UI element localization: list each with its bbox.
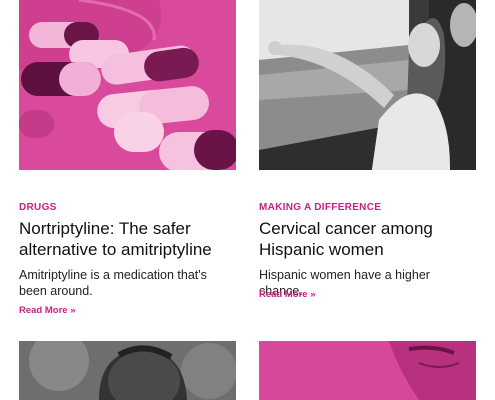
read-more-link[interactable]: Read More » (19, 305, 76, 316)
article-description: Amitriptyline is a medication that's bee… (19, 268, 207, 298)
read-more-link[interactable]: Read More » (259, 289, 316, 300)
article-title[interactable]: Nortriptyline: The safer alternative to … (19, 218, 249, 260)
smiling-man-illustration (19, 341, 236, 400)
article-title[interactable]: Cervical cancer among Hispanic women (259, 218, 489, 260)
pills-illustration (19, 0, 236, 170)
article-category[interactable]: DRUGS (19, 202, 57, 213)
pills-image[interactable] (19, 0, 236, 170)
pink-woman-illustration (259, 341, 476, 400)
woman-window-image[interactable] (259, 0, 476, 170)
article-category[interactable]: MAKING A DIFFERENCE (259, 202, 381, 213)
smiling-man-image[interactable] (19, 341, 236, 400)
woman-window-illustration (259, 0, 476, 170)
pink-woman-image[interactable] (259, 341, 476, 400)
